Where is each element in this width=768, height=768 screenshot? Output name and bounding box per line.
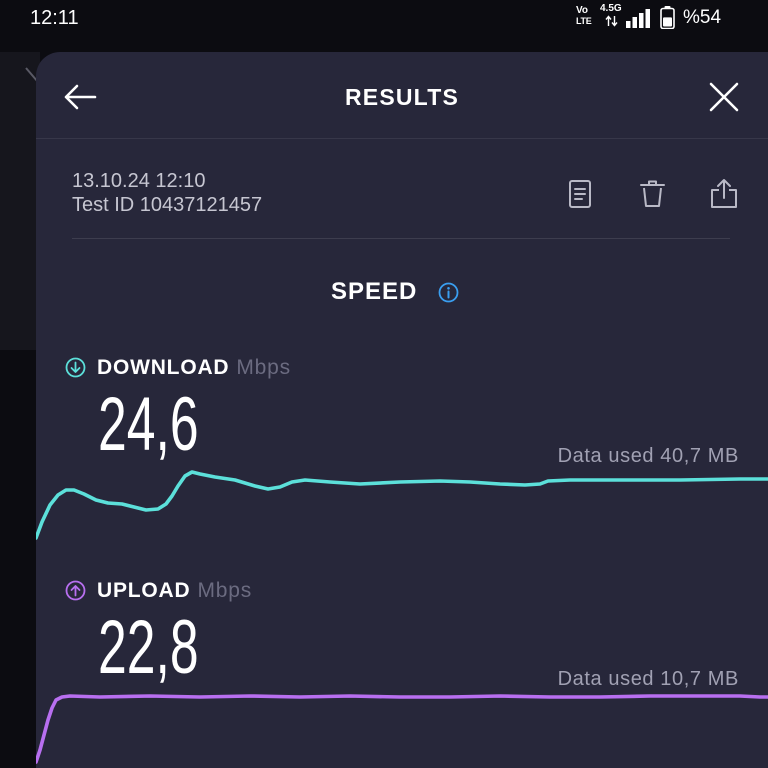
close-icon[interactable] bbox=[709, 82, 739, 112]
page-title: RESULTS bbox=[344, 84, 460, 110]
info-divider bbox=[72, 238, 730, 239]
upload-label: UPLOAD bbox=[97, 579, 191, 602]
upload-speed-line bbox=[36, 694, 768, 764]
download-label: DOWNLOAD bbox=[97, 356, 230, 379]
test-id: Test ID 10437121457 bbox=[72, 194, 263, 216]
battery-percent: %54 bbox=[683, 7, 722, 28]
document-icon[interactable] bbox=[568, 179, 592, 209]
network-activity-icon bbox=[605, 15, 618, 27]
test-datetime: 13.10.24 12:10 bbox=[72, 170, 206, 192]
volte-bottom-text: LTE bbox=[576, 16, 592, 26]
download-value: 24,6 bbox=[98, 382, 199, 467]
upload-speed-graph bbox=[36, 694, 768, 764]
status-time: 12:11 bbox=[30, 7, 79, 29]
results-sheet: RESULTS 13.10.24 12:10 Test ID 104371214… bbox=[36, 52, 768, 768]
volte-top-text: Vo bbox=[576, 5, 589, 16]
upload-header: UPLOAD Mbps bbox=[97, 579, 252, 603]
download-speed-line bbox=[36, 470, 768, 540]
download-arrow-icon bbox=[65, 357, 86, 378]
trash-icon[interactable] bbox=[639, 179, 666, 208]
download-speed-graph bbox=[36, 470, 768, 540]
header-divider bbox=[36, 138, 768, 139]
upload-arrow-icon bbox=[65, 580, 86, 601]
speed-title: SPEED bbox=[331, 278, 418, 305]
network-type: 4.5G bbox=[600, 3, 622, 14]
info-icon[interactable] bbox=[438, 282, 459, 303]
upload-unit: Mbps bbox=[197, 579, 253, 602]
status-bar: 12:11 Vo LTE 4.5G %54 bbox=[0, 0, 768, 40]
upload-value: 22,8 bbox=[98, 605, 199, 690]
battery-icon bbox=[660, 6, 675, 29]
share-icon[interactable] bbox=[709, 178, 739, 209]
volte-icon: Vo LTE bbox=[576, 5, 596, 29]
signal-icon bbox=[626, 9, 650, 28]
upload-data-used: Data used 10,7 MB bbox=[557, 668, 739, 690]
download-header: DOWNLOAD Mbps bbox=[97, 356, 291, 380]
background-panel bbox=[0, 52, 40, 350]
download-unit: Mbps bbox=[236, 356, 291, 379]
